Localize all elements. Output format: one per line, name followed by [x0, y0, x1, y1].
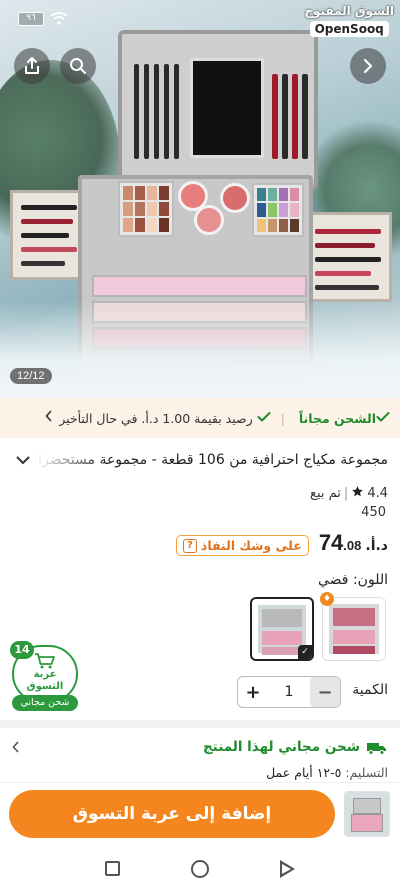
recent-apps-icon[interactable]	[105, 861, 121, 876]
gallery-next-button[interactable]	[350, 48, 386, 84]
status-bar: ٩٦	[18, 12, 68, 26]
battery-icon: ٩٦	[18, 12, 44, 26]
makeup-side-tray-right	[304, 212, 392, 302]
color-value: فضي	[318, 572, 349, 588]
makeup-case-lid	[118, 30, 318, 190]
quantity-stepper: + 1 −	[237, 676, 341, 708]
decrease-button[interactable]: −	[310, 677, 340, 707]
product-title: مجموعة مكياج احترافية من 106 قطعة - مجمو…	[34, 452, 388, 468]
check-icon	[376, 411, 390, 426]
system-navigation-bar	[0, 844, 400, 893]
search-button[interactable]	[60, 48, 96, 84]
color-option-1[interactable]	[322, 597, 386, 661]
product-thumbnail[interactable]	[344, 791, 390, 837]
section-divider	[0, 720, 400, 728]
truck-icon	[366, 740, 388, 755]
background-snow	[0, 300, 400, 398]
product-image-gallery[interactable]: ٩٦ السوق المفتوح OpenSooq 12/12	[0, 0, 400, 398]
bottom-action-bar: إضافة إلى عربة التسوق	[0, 782, 400, 844]
color-label: اللون: فضي	[318, 572, 388, 588]
free-shipping-text: الشحن مجاناً	[298, 410, 376, 426]
question-icon[interactable]: ?	[182, 538, 197, 553]
divider: |	[343, 486, 349, 501]
check-icon: ✓	[298, 645, 312, 659]
delivery-label: التسليم:	[345, 765, 388, 780]
search-icon	[70, 58, 86, 74]
sold-label: تم بيع	[310, 486, 341, 501]
case-mirror	[190, 58, 264, 158]
chevron-left-icon	[12, 738, 20, 757]
price-row: د.أ. 74 .08 على وشك النفاذ ?	[175, 530, 388, 556]
price-decimal: .08	[343, 538, 362, 553]
delay-credit-text: رصيد بقيمة 1.00 د.أ. في حال التأخير	[59, 410, 253, 426]
star-icon	[351, 485, 364, 502]
rating-value: 4.4	[367, 486, 388, 501]
increase-button[interactable]: +	[238, 677, 268, 707]
quantity-value[interactable]: 1	[268, 684, 310, 700]
share-button[interactable]	[14, 48, 50, 84]
free-shipping-product-text: شحن مجاني لهذا المنتج	[202, 739, 360, 755]
sold-count: 450	[361, 505, 386, 520]
makeup-side-tray-left	[10, 190, 88, 280]
check-icon	[257, 411, 271, 426]
gallery-counter: 12/12	[10, 368, 52, 384]
share-icon	[25, 57, 39, 74]
fire-icon: ♦	[320, 592, 334, 606]
cart-count-badge: 14	[10, 641, 34, 659]
back-icon[interactable]	[279, 859, 295, 878]
divider: |	[280, 410, 285, 426]
chevron-left-icon	[45, 410, 53, 426]
home-icon[interactable]	[190, 859, 209, 878]
rating-row: 4.4 | تم بيع	[310, 485, 388, 502]
chevron-down-icon[interactable]	[12, 449, 34, 471]
low-stock-badge: على وشك النفاذ ?	[175, 535, 309, 556]
color-option-silver[interactable]: ✓	[250, 597, 314, 661]
shipping-banner[interactable]: الشحن مجاناً | رصيد بقيمة 1.00 د.أ. في ح…	[0, 398, 400, 438]
delivery-info: التسليم: ٥-١٢ أيام عمل	[266, 765, 388, 780]
delivery-value: ٥-١٢ أيام عمل	[266, 765, 342, 780]
product-title-row[interactable]: مجموعة مكياج احترافية من 106 قطعة - مجمو…	[0, 446, 400, 474]
price: 74 .08	[319, 530, 362, 556]
chevron-right-icon	[363, 58, 373, 74]
add-to-cart-button[interactable]: إضافة إلى عربة التسوق	[9, 790, 335, 838]
price-integer: 74	[318, 530, 344, 555]
quantity-label: الكمية	[352, 682, 388, 698]
wifi-icon	[50, 12, 68, 26]
currency: د.أ.	[365, 538, 388, 554]
opensooq-logo: السوق المفتوح OpenSooq	[304, 4, 394, 37]
swatch-thumbnail	[329, 604, 379, 654]
cart-label: عربة التسوق	[26, 669, 64, 692]
cart-free-shipping: شحن مجاني	[12, 695, 78, 711]
floating-cart-button[interactable]: 14 عربة التسوق شحن مجاني	[10, 641, 78, 711]
free-shipping-row[interactable]: شحن مجاني لهذا المنتج	[0, 733, 400, 761]
